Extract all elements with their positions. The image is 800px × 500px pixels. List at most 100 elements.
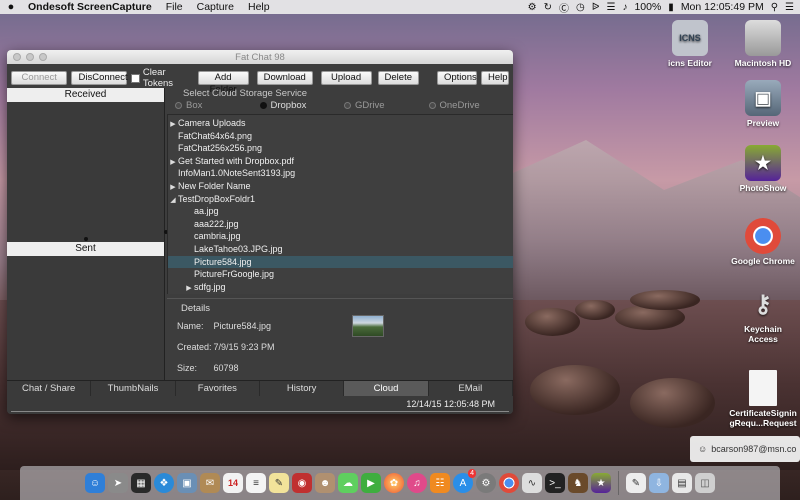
sent-list[interactable] (7, 256, 164, 376)
facetime-icon[interactable]: ▶ (361, 473, 381, 493)
system-prefs-icon[interactable]: ⚙ (476, 473, 496, 493)
tree-item[interactable]: ▶ Get Started with Dropbox.pdf (168, 155, 513, 168)
desktop-icon-photoshow[interactable]: ★ PhotoShow (723, 145, 800, 193)
disclosure-triangle-icon[interactable]: ▶ (184, 283, 194, 296)
radio-indicator[interactable] (344, 101, 351, 109)
menu-file[interactable]: File (166, 1, 191, 13)
received-list[interactable] (7, 102, 164, 237)
itunes-icon[interactable]: ♫ (407, 473, 427, 493)
tree-item[interactable]: InfoMan1.0NoteSent3193.jpg (168, 167, 513, 180)
menubar-clock[interactable]: Mon 12:05:49 PM (681, 1, 764, 13)
messages-icon[interactable]: ☁ (338, 473, 358, 493)
tree-item[interactable]: ▶ sdfg.jpg (168, 281, 513, 294)
mission-control-icon[interactable]: ▦ (131, 473, 151, 493)
tree-item[interactable]: ▶ New Folder Name (168, 180, 513, 193)
menu-help[interactable]: Help (248, 1, 278, 13)
tab-history[interactable]: History (260, 381, 345, 396)
add-folder-button[interactable]: Add Folder (197, 71, 249, 95)
status-bar: 12/14/15 12:05:48 PM (7, 396, 513, 414)
notification-center-icon[interactable]: ☰ (785, 2, 794, 13)
delete-button[interactable]: Delete (377, 71, 419, 85)
notes-icon[interactable]: ✎ (269, 473, 289, 493)
clear-tokens-checkbox[interactable]: Clear Tokens (131, 67, 193, 89)
desktop-icon-certificate[interactable]: CertificateSigningRequ...Request (723, 370, 800, 428)
terminal-icon[interactable]: >_ (545, 473, 565, 493)
login-notification[interactable]: ☺ bcarson987@msn.co (690, 436, 800, 462)
stamps-icon[interactable]: ✉ (200, 473, 220, 493)
menu-capture[interactable]: Capture (197, 1, 242, 13)
spotlight-icon[interactable]: ⚲ (771, 2, 778, 13)
chess-icon[interactable]: ♞ (568, 473, 588, 493)
tree-item[interactable]: ▶ Camera Uploads (168, 117, 513, 130)
documents-icon[interactable]: ▤ (672, 473, 692, 493)
help-button[interactable]: Help (481, 71, 509, 85)
window-titlebar[interactable]: Fat Chat 98 (7, 50, 513, 64)
pane-splitter-handle[interactable] (83, 237, 88, 241)
time-machine-icon[interactable]: ◷ (576, 2, 585, 13)
detail-size-value: 60798 (213, 363, 239, 373)
app-store-icon[interactable]: A4 (453, 469, 476, 493)
desktop-icon-icns-editor[interactable]: ICNS icns Editor (650, 20, 730, 68)
desktop-icon-keychain-access[interactable]: ⚷ Keychain Access (723, 286, 800, 345)
photos-icon[interactable]: ✿ (384, 473, 404, 493)
desktop-icon-macintosh-hd[interactable]: Macintosh HD (723, 20, 800, 68)
tab-chat-share[interactable]: Chat / Share (7, 381, 92, 396)
finder-icon[interactable]: ☺ (85, 473, 105, 493)
sync-icon[interactable]: ↻ (544, 2, 552, 13)
options-button[interactable]: Options (437, 71, 477, 85)
preview-dock-icon[interactable]: ▣ (177, 473, 197, 493)
tab-thumbnails[interactable]: ThumbNails (91, 381, 176, 396)
image-thumbnail[interactable] (352, 315, 384, 337)
downloads-folder-icon[interactable]: ⇩ (649, 473, 669, 493)
apple-menu-icon[interactable]: ● (0, 1, 22, 13)
radio-indicator[interactable] (175, 101, 182, 109)
messages-pane: Received Sent (7, 88, 165, 380)
tab-email[interactable]: EMail (429, 381, 513, 396)
ibooks-icon[interactable]: ☷ (430, 473, 450, 493)
skype-icon[interactable]: Ⓒ (559, 0, 569, 15)
tree-item[interactable]: cambria.jpg (168, 230, 513, 243)
bottom-tab-bar: Chat / Share ThumbNails Favorites Histor… (7, 380, 513, 396)
calendar-icon[interactable]: 14 (223, 473, 243, 493)
tree-item[interactable]: aa.jpg (168, 205, 513, 218)
radio-gdrive[interactable]: GDrive (344, 100, 429, 111)
textedit-icon[interactable]: ✎ (626, 473, 646, 493)
activity-monitor-icon[interactable]: ∿ (522, 473, 542, 493)
checkbox-box[interactable] (131, 73, 140, 83)
tab-favorites[interactable]: Favorites (176, 381, 260, 396)
contacts-icon[interactable]: ☻ (315, 473, 335, 493)
desktop-icon-preview[interactable]: ▣ Preview (723, 80, 800, 128)
safari-icon[interactable]: ❖ (154, 473, 174, 493)
disconnect-button[interactable]: DisConnect (71, 71, 128, 85)
tree-item[interactable]: ◢ TestDropBoxFoldr1 (168, 193, 513, 206)
tab-cloud[interactable]: Cloud (344, 381, 429, 396)
wifi-icon[interactable]: ☰ (606, 2, 615, 13)
radio-indicator-selected[interactable] (259, 101, 267, 109)
photo-booth-icon[interactable]: ◉ (292, 473, 312, 493)
volume-icon[interactable]: ♪ (622, 2, 627, 13)
download-button[interactable]: Download (256, 71, 313, 85)
tree-item[interactable]: LakeTahoe03.JPG.jpg (168, 243, 513, 256)
radio-indicator[interactable] (428, 101, 436, 109)
menu-extra-icon[interactable]: ⚙ (528, 2, 537, 13)
tree-item[interactable]: aaa222.jpg (168, 218, 513, 231)
radio-dropbox[interactable]: Dropbox (259, 100, 345, 111)
upload-button[interactable]: Upload (320, 71, 372, 85)
desktop-icon-label: Preview (746, 118, 780, 128)
chrome-dock-icon[interactable] (499, 473, 519, 493)
menu-app-name[interactable]: Ondesoft ScreenCapture (28, 1, 160, 13)
battery-icon[interactable]: ▮ (668, 2, 674, 13)
bluetooth-icon[interactable]: ᐉ (592, 2, 600, 13)
launchpad-icon[interactable]: ➤ (108, 473, 128, 493)
tree-item[interactable]: PictureFrGoogle.jpg (168, 268, 513, 281)
radio-box[interactable]: Box (175, 100, 260, 111)
photoshow-dock-icon[interactable]: ★ (591, 473, 611, 493)
tree-item[interactable]: FatChat64x64.png (168, 130, 513, 143)
trash-icon[interactable]: ◫ (695, 473, 715, 493)
reminders-icon[interactable]: ≡ (246, 473, 266, 493)
tree-item-selected[interactable]: Picture584.jpg (168, 255, 513, 269)
tree-item[interactable]: FatChat256x256.png (168, 142, 513, 155)
connect-button[interactable]: Connect (11, 71, 68, 85)
radio-onedrive[interactable]: OneDrive (428, 100, 514, 111)
desktop-icon-google-chrome[interactable]: Google Chrome (723, 218, 800, 266)
